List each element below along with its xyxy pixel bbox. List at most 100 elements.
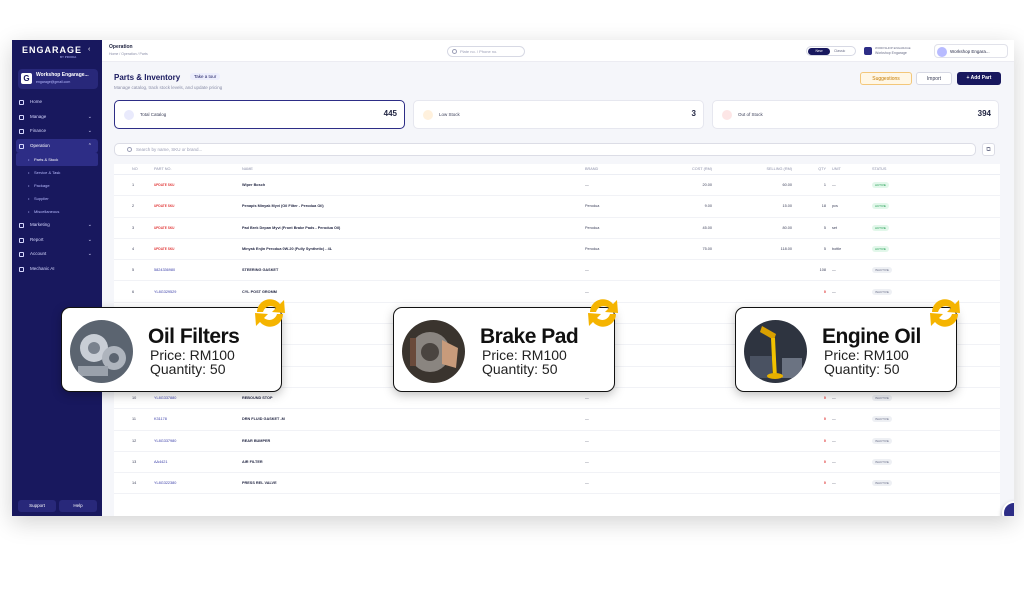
stat-label: Total Catalog bbox=[140, 112, 167, 117]
row-part-no[interactable]: UPDATE SKU bbox=[154, 196, 234, 217]
add-part-button[interactable]: + Add Part bbox=[957, 72, 1001, 85]
table-row[interactable]: 14 YL8G322380 PRESS REL VALVE — 0 — INACTIVE bbox=[114, 473, 1000, 495]
stat-label: Low Stock bbox=[439, 112, 460, 117]
row-part-no[interactable]: YL8G337980 bbox=[154, 431, 234, 452]
workshop-email: engarage@gmail.com bbox=[36, 80, 71, 84]
col-part[interactable]: PART NO. bbox=[154, 164, 234, 175]
workshop-switcher[interactable]: G Workshop Engarage... engarage@gmail.co… bbox=[18, 69, 98, 89]
row-status-cell: INACTIVE bbox=[872, 260, 932, 281]
toggle-new[interactable]: New bbox=[808, 48, 830, 55]
stat-total-catalog[interactable]: Total Catalog 445 bbox=[114, 100, 405, 129]
row-name: Penapis Minyak Myvi (Oil Filter - Perodu… bbox=[242, 204, 324, 209]
suggestions-button[interactable]: Suggestions bbox=[860, 72, 912, 85]
row-part-no[interactable]: UPDATE SKU bbox=[154, 175, 234, 196]
stat-low-stock[interactable]: Low Stock 3 bbox=[413, 100, 704, 129]
chevron-down-icon: ⌄ bbox=[87, 222, 92, 228]
workshop-icon bbox=[864, 47, 872, 55]
row-part-no[interactable]: YL8G322380 bbox=[154, 473, 234, 494]
row-unit: pcs bbox=[832, 204, 838, 209]
row-name: Pad Brek Depan Myvi (Front Brake Pads - … bbox=[242, 225, 341, 230]
support-button[interactable]: Support bbox=[18, 500, 56, 512]
help-button[interactable]: Help bbox=[59, 500, 97, 512]
col-selling[interactable]: SELLING (RM) bbox=[734, 164, 792, 175]
sidebar-item-service-task[interactable]: Service & Task bbox=[16, 166, 98, 179]
card-name: Engine Oil bbox=[822, 325, 921, 348]
sidebar-item-package[interactable]: Package bbox=[16, 179, 98, 192]
row-brand: — bbox=[585, 438, 589, 443]
row-name: Minyak Enjin Perodua 0W-20 (Fully Synthe… bbox=[242, 246, 333, 251]
refresh-icon bbox=[255, 299, 285, 327]
stat-out-of-stock[interactable]: Out of Stock 394 bbox=[712, 100, 999, 129]
table-row[interactable]: 6 YL8G329529 CYL POST GROMM —0— INACTIVE bbox=[114, 282, 1000, 303]
row-status-cell: INACTIVE bbox=[872, 473, 932, 494]
take-tour-button[interactable]: Take a tour bbox=[190, 73, 221, 80]
row-part-no[interactable]: UPDATE SKU bbox=[154, 218, 234, 239]
row-part-no[interactable]: K31178 bbox=[154, 409, 234, 430]
row-part-no[interactable]: 5824336980 bbox=[154, 260, 234, 281]
status-badge: INACTIVE bbox=[872, 480, 892, 487]
col-qty[interactable]: QTY bbox=[804, 164, 826, 175]
table-row[interactable]: 13 AA4421 AIR FILTER — 0 — INACTIVE bbox=[114, 452, 1000, 474]
app-logo-sub: BY PROIDA bbox=[60, 55, 77, 59]
col-no[interactable]: NO bbox=[132, 164, 146, 175]
filter-icon[interactable]: ⧉ bbox=[982, 143, 995, 156]
sidebar-item-report[interactable]: Report ⌄ bbox=[16, 233, 98, 248]
table-row[interactable]: 4 UPDATE SKU Minyak Enjin Perodua 0W-20 (F… bbox=[114, 239, 1000, 261]
row-qty: 5 bbox=[823, 246, 826, 251]
row-status-cell: INACTIVE bbox=[872, 282, 932, 303]
ui-version-toggle[interactable]: New Classic bbox=[806, 46, 856, 56]
sidebar-item-finance[interactable]: Finance ⌄ bbox=[16, 124, 98, 139]
toggle-classic[interactable]: Classic bbox=[834, 48, 845, 55]
row-brand: — bbox=[585, 459, 589, 464]
plate-search-input[interactable]: Plate no. / Phone no. bbox=[447, 46, 525, 57]
col-unit[interactable]: UNIT bbox=[832, 164, 856, 175]
row-status-cell: ACTIVE bbox=[872, 196, 932, 217]
status-badge: INACTIVE bbox=[872, 437, 892, 444]
row-unit: — bbox=[832, 417, 836, 422]
table-row[interactable]: 5 5824336980 STEERING GASKET — 108 — INACTIVE bbox=[114, 260, 1000, 282]
table-row[interactable]: 11 K31178 DRN FLUID GASKET -M — 0 — INACTIVE bbox=[114, 409, 1000, 431]
sidebar-item-parts-stock[interactable]: Parts & Stock bbox=[16, 153, 98, 166]
finance-icon bbox=[19, 129, 24, 134]
row-part-no[interactable]: AA4421 bbox=[154, 452, 234, 473]
sidebar-item-label: Account bbox=[30, 251, 47, 256]
sidebar-item-supplier[interactable]: Supplier bbox=[16, 192, 98, 205]
table-row[interactable]: 12 YL8G337980 REAR BUMPER — 0 — INACTIVE bbox=[114, 431, 1000, 452]
table-row[interactable]: 2 UPDATE SKU Penapis Minyak Myvi (Oil Filt… bbox=[114, 196, 1000, 218]
marketing-icon bbox=[19, 223, 24, 228]
status-badge: INACTIVE bbox=[872, 395, 892, 401]
user-menu[interactable]: Workshop Engara... bbox=[934, 44, 1008, 58]
sidebar-item-miscellaneous[interactable]: Miscellaneous bbox=[16, 205, 98, 218]
row-name: DRN FLUID GASKET -M bbox=[242, 417, 285, 422]
collapse-sidebar-icon[interactable]: ‹ bbox=[88, 46, 90, 53]
row-qty: 0 bbox=[823, 459, 826, 464]
sidebar-item-mechanic-ai[interactable]: Mechanic AI bbox=[16, 262, 98, 277]
search-icon bbox=[452, 49, 457, 54]
table-row[interactable]: 1 UPDATE SKU Wiper Bosch — 20.00 60.00 1 — ACTIV… bbox=[114, 175, 1000, 197]
parts-search-input[interactable]: Search by name, SKU or brand... bbox=[114, 143, 976, 156]
sidebar-item-account[interactable]: Account ⌄ bbox=[16, 247, 98, 262]
sidebar-item-manage[interactable]: Manage ⌄ bbox=[16, 110, 98, 125]
sidebar-item-label: Mechanic AI bbox=[30, 265, 55, 271]
col-cost[interactable]: COST (RM) bbox=[654, 164, 712, 175]
import-button[interactable]: Import bbox=[916, 72, 952, 85]
status-badge: ACTIVE bbox=[872, 245, 889, 252]
workshop-account[interactable]: WORKSHOP ENGARAGE Workshop Engarage bbox=[864, 46, 924, 56]
sidebar-item-label: Manage bbox=[30, 113, 47, 119]
sidebar-item-marketing[interactable]: Marketing ⌄ bbox=[16, 218, 98, 233]
col-status[interactable]: STATUS bbox=[872, 164, 932, 175]
row-part-no[interactable]: UPDATE SKU bbox=[154, 239, 234, 260]
chevron-down-icon: ⌄ bbox=[87, 236, 92, 243]
row-qty: 0 bbox=[823, 417, 826, 422]
row-part-no[interactable]: YL8G329529 bbox=[154, 282, 234, 303]
row-selling: 60.00 bbox=[782, 183, 792, 187]
row-name: STEERING GASKET bbox=[242, 268, 279, 273]
row-unit: — bbox=[832, 289, 836, 294]
sidebar-item-operation[interactable]: Operation ⌃ bbox=[16, 138, 98, 153]
col-name[interactable]: NAME bbox=[242, 164, 572, 175]
col-brand[interactable]: BRAND bbox=[585, 164, 645, 175]
table-row[interactable]: 3 UPDATE SKU Pad Brek Depan Myvi (Front Br… bbox=[114, 218, 1000, 239]
sidebar-item-home[interactable]: Home bbox=[16, 95, 98, 110]
sidebar-item-label: Finance bbox=[30, 128, 47, 133]
row-cost: 75.00 bbox=[702, 246, 712, 251]
